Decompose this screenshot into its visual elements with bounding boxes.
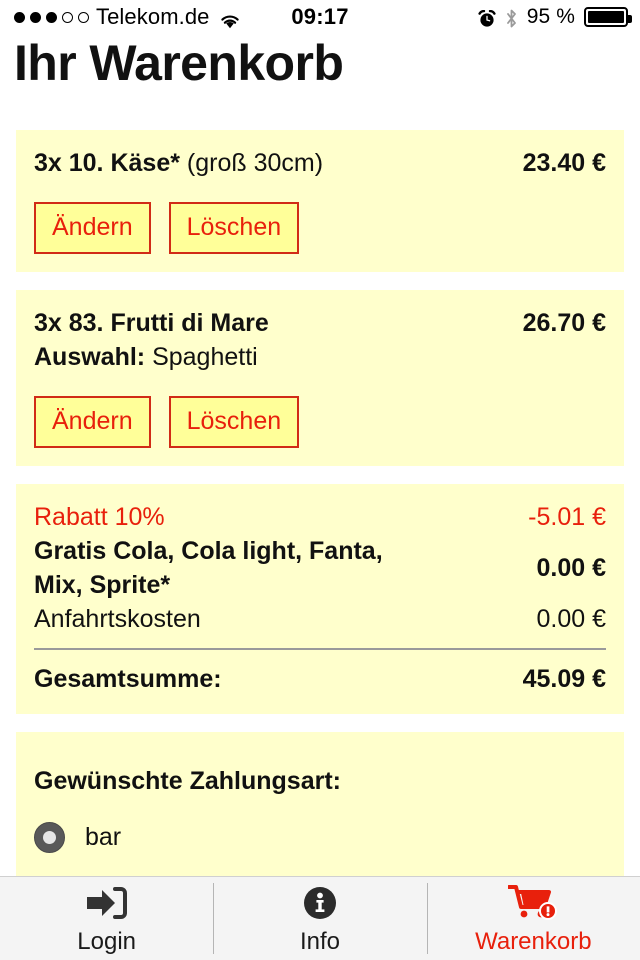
cart-item-option: Auswahl: Spaghetti [34, 340, 509, 374]
tab-warenkorb-label: Warenkorb [475, 927, 592, 955]
edit-button[interactable]: Ändern [34, 202, 151, 254]
cart-item-name-bold: 3x 83. Frutti di Mare [34, 309, 269, 337]
summary-value: -5.01 € [528, 503, 606, 531]
delete-button[interactable]: Löschen [168, 396, 300, 448]
cart-item-option-value: Spaghetti [145, 343, 258, 371]
summary-value: 0.00 € [536, 605, 606, 633]
total-value: 45.09 € [522, 665, 606, 693]
summary-value: 0.00 € [536, 554, 606, 582]
tab-info-label: Info [299, 927, 340, 955]
status-bar-clock: 09:17 [291, 4, 349, 29]
tab-info[interactable]: Info [213, 877, 426, 960]
tab-login-label: Login [77, 927, 137, 955]
summary-label: Anfahrtskosten [34, 605, 201, 633]
summary-divider [34, 648, 606, 650]
cart-item-variant: (groß 30cm) [179, 149, 324, 177]
cart-item-price: 26.70 € [522, 309, 606, 337]
payment-option-bar[interactable]: bar [34, 820, 606, 854]
summary-label: Gratis Cola, Cola light, Fanta, Mix, Spr… [34, 537, 383, 599]
total-label: Gesamtsumme: [34, 665, 222, 693]
cart-item-name-bold: 3x 10. Käse* [34, 149, 180, 177]
tab-warenkorb[interactable]: Warenkorb [426, 877, 640, 960]
cart-item-actions: Ändern Löschen [34, 396, 606, 448]
bottom-tab-bar: Login Info Warenkorb [0, 876, 640, 960]
cart-scroll-area[interactable]: 3x 10. Käse* (groß 30cm) 23.40 € Ändern … [0, 112, 640, 876]
cart-item-name: 3x 83. Frutti di Mare [34, 306, 509, 340]
cart-item-price: 23.40 € [522, 149, 606, 177]
shopping-cart-alert-icon [508, 882, 558, 924]
summary-row-total: Gesamtsumme: 45.09 € [34, 662, 606, 696]
cart-item-header: 3x 83. Frutti di Mare Auswahl: Spaghetti… [34, 306, 606, 374]
cart-item-option-label: Auswahl: [34, 343, 146, 371]
cart-item-actions: Ändern Löschen [34, 202, 606, 254]
tab-login[interactable]: Login [0, 877, 213, 960]
sign-in-icon [85, 882, 129, 924]
summary-row-discount: Rabatt 10% -5.01 € [34, 500, 606, 534]
order-summary-card: Rabatt 10% -5.01 € Gratis Cola, Cola lig… [16, 484, 624, 714]
payment-method-card: Gewünschte Zahlungsart: bar [16, 732, 624, 876]
summary-label: Rabatt 10% [34, 503, 165, 531]
edit-button[interactable]: Ändern [34, 396, 151, 448]
cart-item-card: 3x 10. Käse* (groß 30cm) 23.40 € Ändern … [16, 130, 624, 272]
summary-row-delivery: Anfahrtskosten 0.00 € [34, 602, 606, 636]
page-title: Ihr Warenkorb [14, 35, 344, 91]
summary-row-free-drinks: Gratis Cola, Cola light, Fanta, Mix, Spr… [34, 534, 606, 602]
payment-option-label: bar [85, 823, 122, 851]
cart-item-card: 3x 83. Frutti di Mare Auswahl: Spaghetti… [16, 290, 624, 466]
status-bar: Telekom.de 09:17 95 % [0, 0, 640, 34]
payment-method-title: Gewünschte Zahlungsart: [34, 767, 341, 795]
info-circle-icon [300, 882, 340, 924]
delete-button[interactable]: Löschen [168, 202, 300, 254]
cart-item-header: 3x 10. Käse* (groß 30cm) 23.40 € [34, 146, 606, 180]
radio-selected-icon[interactable] [34, 821, 65, 853]
cart-item-name: 3x 10. Käse* (groß 30cm) [34, 146, 509, 180]
app-root: Telekom.de 09:17 95 % Ihr Warenkorb 3x 1… [0, 0, 640, 960]
battery-full-icon [584, 7, 632, 27]
